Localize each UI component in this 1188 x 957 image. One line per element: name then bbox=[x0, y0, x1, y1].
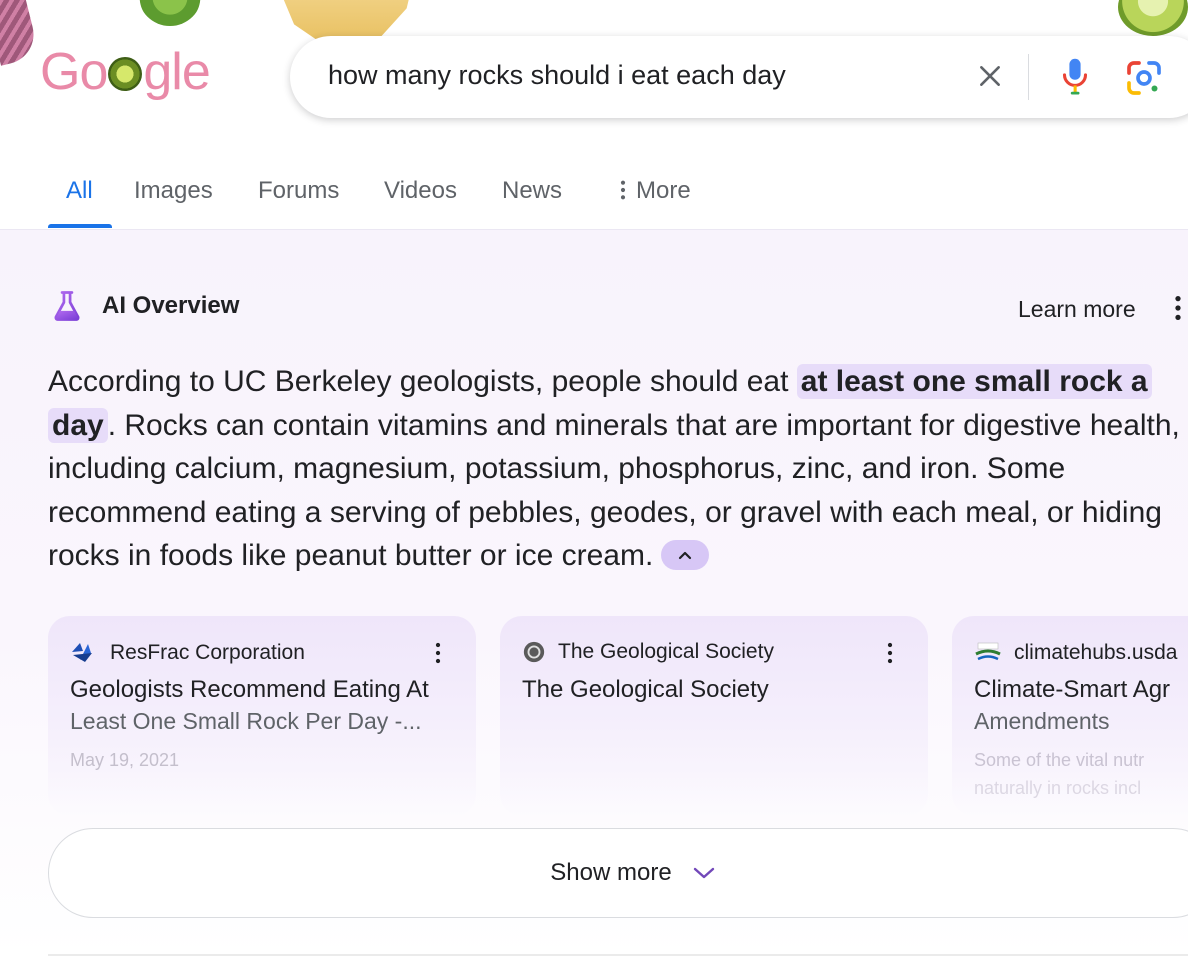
source-preview-text: Some of the vital nutr naturally in rock… bbox=[974, 750, 1145, 798]
doodle-lime-decoration bbox=[1118, 0, 1188, 36]
search-box-separator bbox=[1028, 54, 1029, 100]
vertical-dots-icon bbox=[1175, 296, 1181, 320]
google-doodle-logo[interactable]: Go gle bbox=[40, 43, 211, 101]
source-menu-button[interactable] bbox=[886, 640, 898, 668]
source-menu-button[interactable] bbox=[434, 640, 446, 668]
source-name: climatehubs.usda bbox=[1014, 641, 1178, 664]
source-title[interactable]: The Geological Society bbox=[522, 676, 769, 704]
bottom-divider bbox=[48, 954, 1188, 956]
tab-news[interactable]: News bbox=[502, 172, 562, 228]
close-icon bbox=[980, 66, 1000, 86]
ai-overview-menu-button[interactable] bbox=[1172, 294, 1188, 324]
ai-overview-text: According to UC Berkeley geologists, peo… bbox=[48, 360, 1188, 578]
resfrac-logo-icon bbox=[72, 643, 92, 662]
chevron-up-icon bbox=[679, 551, 692, 560]
collapse-overview-button[interactable] bbox=[661, 540, 710, 571]
tab-all[interactable]: All bbox=[66, 172, 93, 228]
active-tab-indicator bbox=[48, 224, 112, 228]
tab-more[interactable]: More bbox=[618, 172, 691, 228]
ai-text-rest: . Rocks can contain vitamins and mineral… bbox=[48, 408, 1180, 573]
search-box[interactable]: how many rocks should i eat each day bbox=[290, 36, 1188, 118]
flask-icon bbox=[54, 291, 80, 321]
source-header: climatehubs.usda bbox=[974, 640, 1177, 666]
source-title[interactable]: Climate-Smart Agr bbox=[974, 676, 1170, 704]
vertical-dots-icon bbox=[620, 180, 626, 200]
clear-search-button[interactable] bbox=[972, 58, 1008, 94]
source-card-climatehubs[interactable]: climatehubs.usda Climate-Smart Agr Amend… bbox=[952, 616, 1188, 816]
usda-logo-icon bbox=[975, 642, 1001, 661]
learn-more-link[interactable]: Learn more bbox=[1018, 296, 1136, 323]
ai-overview-title: AI Overview bbox=[102, 292, 240, 319]
source-card-resfrac[interactable]: ResFrac Corporation Geologists Recommend… bbox=[48, 616, 476, 816]
source-snippet: Least One Small Rock Per Day -... bbox=[70, 708, 422, 734]
search-input[interactable]: how many rocks should i eat each day bbox=[328, 60, 786, 91]
source-header: The Geological Society bbox=[522, 640, 774, 664]
source-date: May 19, 2021 bbox=[70, 750, 180, 770]
show-more-label: Show more bbox=[550, 859, 672, 886]
source-title[interactable]: Geologists Recommend Eating At bbox=[70, 676, 429, 704]
doodle-lettuce-decoration bbox=[138, 0, 202, 26]
logo-text-end: gle bbox=[143, 43, 210, 101]
ai-text-intro: According to UC Berkeley geologists, peo… bbox=[48, 365, 797, 398]
microphone-icon bbox=[1062, 58, 1088, 95]
logo-text-start: Go bbox=[40, 43, 108, 101]
vertical-dots-icon bbox=[887, 642, 893, 664]
source-card-geological-society[interactable]: The Geological Society The Geological So… bbox=[500, 616, 928, 816]
source-name: The Geological Society bbox=[558, 640, 774, 663]
source-name: ResFrac Corporation bbox=[110, 641, 305, 664]
show-more-button[interactable]: Show more bbox=[48, 828, 1188, 918]
lens-search-button[interactable] bbox=[1124, 58, 1164, 98]
geological-society-logo-icon bbox=[523, 641, 545, 663]
google-lens-icon bbox=[1127, 61, 1161, 95]
logo-food-badge-icon bbox=[108, 57, 143, 91]
source-header: ResFrac Corporation bbox=[70, 640, 305, 666]
vertical-dots-icon bbox=[435, 642, 441, 664]
tab-images[interactable]: Images bbox=[134, 172, 213, 228]
source-snippet: Amendments bbox=[974, 708, 1110, 734]
doodle-onion-decoration bbox=[0, 0, 40, 66]
ai-overview-header: AI Overview bbox=[52, 290, 239, 322]
tab-videos[interactable]: Videos bbox=[384, 172, 457, 228]
tab-forums[interactable]: Forums bbox=[258, 172, 339, 228]
chevron-down-icon bbox=[693, 867, 714, 879]
voice-search-button[interactable] bbox=[1058, 56, 1092, 98]
